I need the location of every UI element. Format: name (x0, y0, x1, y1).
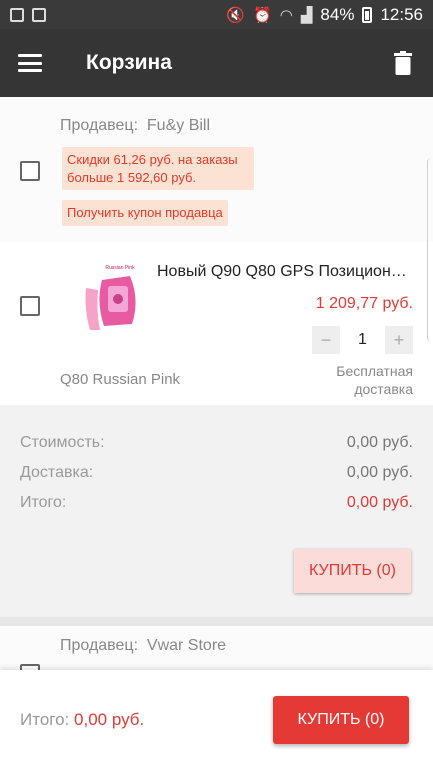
decrease-quantity-button[interactable]: − (312, 326, 340, 354)
bottom-total-label: Итого: (20, 710, 70, 729)
seller-label-2: Продавец: (60, 637, 139, 654)
seller-checkbox[interactable] (20, 161, 40, 181)
seller-label: Продавец: (60, 117, 139, 134)
product-price: 1 209,77 руб. (315, 295, 413, 312)
battery-percent: 84% (320, 4, 355, 24)
mute-icon: 🔇 (226, 6, 246, 24)
shipping-info: Бесплатная доставка (336, 363, 413, 398)
delete-button[interactable] (373, 29, 433, 97)
product-image-tag: Russian Pink (105, 265, 135, 271)
cost-label: Стоимость: (20, 434, 105, 451)
total-row: Итого: 0,00 руб. (20, 494, 413, 512)
quantity-stepper: − 1 + (312, 326, 413, 354)
seller-store-name-2[interactable]: Vwar Store (147, 637, 226, 654)
trash-icon (394, 51, 412, 75)
scroll-edge-indicator (427, 158, 433, 342)
product-variant: Q80 Russian Pink (60, 371, 181, 388)
product-title[interactable]: Новый Q90 Q80 GPS Позицион… (157, 263, 412, 281)
total-value: 0,00 руб. (346, 494, 413, 511)
product-image[interactable]: Russian Pink (68, 260, 152, 344)
buy-button[interactable]: КУПИТЬ (0) (273, 696, 409, 744)
increase-quantity-button[interactable]: + (385, 326, 413, 354)
discount-badge: Скидки 61,26 руб. на заказы больше 1 592… (62, 147, 254, 191)
item-checkbox[interactable] (20, 296, 40, 316)
bottom-total: Итого: 0,00 руб. (20, 710, 144, 730)
signal-icon: ▟ (300, 6, 313, 24)
shipping-label: Доставка: (20, 464, 94, 481)
section-divider (0, 617, 433, 626)
battery-icon (362, 6, 373, 23)
seller-buy-button[interactable]: КУПИТЬ (0) (294, 549, 411, 593)
seller-name: Продавец: Fu&y Bill (60, 117, 210, 135)
shipping-row: Доставка: 0,00 руб. (20, 464, 413, 482)
cart-item: Russian Pink Новый Q90 Q80 GPS Позицион…… (0, 242, 433, 405)
menu-button[interactable] (0, 29, 60, 97)
page-title: Корзина (86, 51, 172, 74)
total-label: Итого: (20, 494, 67, 511)
checkout-bar: Итого: 0,00 руб. КУПИТЬ (0) (0, 670, 433, 770)
order-summary: Стоимость: 0,00 руб. Доставка: 0,00 руб.… (0, 405, 433, 617)
bottom-total-value: 0,00 руб. (74, 710, 145, 729)
cart-content[interactable]: Продавец: Fu&y Bill Скидки 61,26 руб. на… (0, 97, 433, 670)
wifi-icon: ◠ (279, 6, 293, 24)
status-bar: 🔇 ⏰ ◠ ▟ 84% 12:56 (0, 0, 433, 29)
alarm-icon: ⏰ (253, 6, 272, 24)
hamburger-icon (18, 54, 42, 72)
shipping-value: 0,00 руб. (346, 464, 413, 481)
seller-store-name[interactable]: Fu&y Bill (147, 117, 210, 134)
clock: 12:56 (380, 4, 423, 24)
cost-row: Стоимость: 0,00 руб. (20, 434, 413, 452)
sim-icon (32, 7, 46, 22)
seller-section-2: Продавец: Vwar Store (0, 626, 433, 670)
seller-name-2: Продавец: Vwar Store (60, 637, 226, 655)
get-coupon-button[interactable]: Получить купон продавца (62, 200, 228, 226)
cost-value: 0,00 руб. (346, 434, 413, 451)
quantity-value[interactable]: 1 (340, 331, 385, 349)
seller-section: Продавец: Fu&y Bill Скидки 61,26 руб. на… (0, 97, 433, 242)
app-bar: Корзина (0, 29, 433, 97)
gallery-icon (10, 7, 24, 22)
